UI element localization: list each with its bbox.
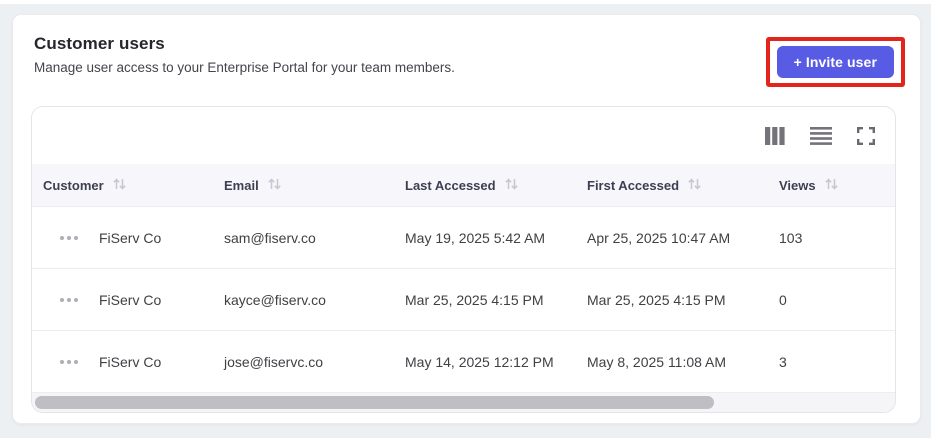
row-actions-menu-icon[interactable] (60, 359, 78, 364)
customer-cell: FiServ Co (32, 230, 224, 246)
page-subtitle: Manage user access to your Enterprise Po… (34, 60, 455, 75)
first-accessed-cell: Mar 25, 2025 4:15 PM (587, 291, 726, 308)
table-header-row: Customer Email Last Accessed First Acces… (32, 164, 895, 206)
email-cell: kayce@fiserv.co (224, 291, 326, 308)
customer-cell: FiServ Co (32, 354, 224, 370)
sort-icon[interactable] (267, 177, 282, 194)
sort-icon[interactable] (824, 177, 839, 194)
row-actions-menu-icon[interactable] (60, 297, 78, 302)
page-title: Customer users (34, 34, 165, 53)
sort-icon[interactable] (112, 177, 127, 194)
customer-cell: FiServ Co (32, 292, 224, 308)
table-row: FiServ Co kayce@fiserv.co Mar 25, 2025 4… (32, 268, 895, 330)
horizontal-scrollbar[interactable] (32, 392, 895, 412)
column-label: Customer (43, 177, 104, 193)
customer-name: FiServ Co (99, 291, 162, 308)
last-accessed-cell: Mar 25, 2025 4:15 PM (405, 291, 544, 308)
invite-user-button[interactable]: + Invite user (776, 46, 894, 78)
table-row: FiServ Co sam@fiserv.co May 19, 2025 5:4… (32, 206, 895, 268)
sort-icon[interactable] (687, 177, 702, 194)
email-cell: jose@fiservc.co (224, 353, 324, 370)
fullscreen-icon[interactable] (855, 125, 877, 147)
first-accessed-cell: Apr 25, 2025 10:47 AM (587, 229, 731, 246)
columns-icon[interactable] (763, 125, 787, 147)
column-label: Last Accessed (405, 177, 496, 193)
column-label: Email (224, 177, 259, 193)
last-accessed-cell: May 19, 2025 5:42 AM (405, 229, 546, 246)
column-header-customer[interactable]: Customer (32, 177, 224, 194)
customer-name: FiServ Co (99, 229, 162, 246)
column-label: Views (779, 177, 816, 193)
column-label: First Accessed (587, 177, 680, 193)
table-toolbar (32, 107, 895, 164)
last-accessed-cell: May 14, 2025 12:12 PM (405, 353, 554, 370)
views-cell: 3 (779, 353, 787, 370)
email-cell: sam@fiserv.co (224, 229, 316, 246)
column-header-first-accessed[interactable]: First Accessed (587, 177, 779, 194)
row-density-icon[interactable] (808, 125, 834, 147)
column-header-views[interactable]: Views (779, 177, 895, 194)
views-cell: 0 (779, 291, 787, 308)
column-header-last-accessed[interactable]: Last Accessed (405, 177, 587, 194)
table-row: FiServ Co jose@fiservc.co May 14, 2025 1… (32, 330, 895, 392)
first-accessed-cell: May 8, 2025 11:08 AM (587, 353, 727, 370)
row-actions-menu-icon[interactable] (60, 235, 78, 240)
card-header: Customer users Manage user access to you… (13, 15, 920, 106)
window-edge (0, 0, 931, 4)
customer-users-card: Customer users Manage user access to you… (12, 14, 921, 424)
column-header-email[interactable]: Email (224, 177, 405, 194)
customer-name: FiServ Co (99, 353, 162, 370)
scrollbar-thumb[interactable] (35, 396, 714, 409)
users-table-panel: Customer Email Last Accessed First Acces… (31, 106, 896, 413)
sort-icon[interactable] (504, 177, 519, 194)
invite-button-highlight-box: + Invite user (765, 37, 905, 87)
header-text: Customer users Manage user access to you… (34, 34, 455, 75)
views-cell: 103 (779, 229, 803, 246)
